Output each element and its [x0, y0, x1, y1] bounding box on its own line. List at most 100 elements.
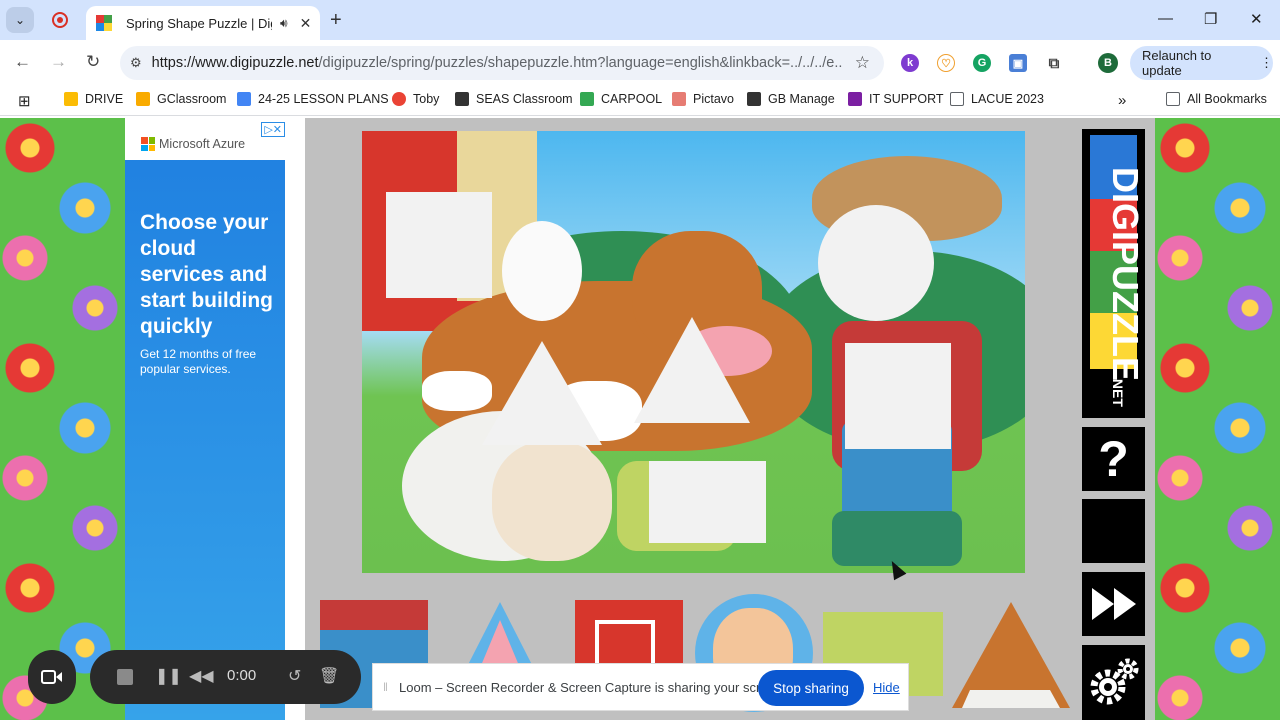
extension-heart-icon[interactable]: ♡ [937, 54, 955, 72]
active-tab[interactable]: Spring Shape Puzzle | Digip 🔊︎ ✕ [86, 6, 320, 40]
bookmark-it-support[interactable]: IT SUPPORT [848, 92, 944, 106]
bookmark-pictavo[interactable]: Pictavo [672, 92, 734, 106]
azure-ad[interactable]: Microsoft Azure ▷✕ Choose your cloud ser… [125, 118, 285, 720]
tab-search-button[interactable]: ⌄ [6, 7, 34, 33]
sheep-face [492, 441, 612, 561]
address-bar[interactable]: ⚙︎ https://www.digipuzzle.net/digipuzzle… [120, 46, 884, 80]
recording-controls: ❚❚ ◀◀ 0:00 ↺ 🗑︎ [90, 650, 361, 704]
site-info-icon[interactable]: ⚙︎ [130, 55, 142, 71]
restart-icon[interactable]: ↺ [288, 666, 301, 686]
blank-button[interactable] [1082, 499, 1145, 563]
bookmark-gclassroom[interactable]: GClassroom [136, 92, 226, 106]
digipuzzle-logo[interactable]: DIGIPUZZLE .NET [1082, 129, 1145, 418]
new-tab-button[interactable]: + [330, 9, 342, 32]
shape-slot-square-1[interactable] [386, 192, 492, 298]
bookmark-gb-manage[interactable]: GB Manage [747, 92, 835, 106]
menu-dots-icon[interactable]: ⋮ [1260, 55, 1273, 71]
flower-background-left [0, 118, 125, 720]
shape-slot-square-2[interactable] [845, 343, 951, 449]
screen-share-banner: ‖ Loom – Screen Recorder & Screen Captur… [372, 663, 909, 711]
pause-icon[interactable]: ❚❚ [155, 666, 182, 686]
ad-headline: Choose your cloud services and start bui… [140, 211, 273, 338]
logo-text: DIGIPUZZLE [1105, 167, 1145, 381]
bookmark-star-icon[interactable]: ☆ [855, 53, 870, 73]
puzzle-game: DIGIPUZZLE .NET ? [305, 118, 1155, 720]
restore-button[interactable]: ❐ [1204, 10, 1217, 28]
hide-link[interactable]: Hide [873, 680, 900, 695]
bookmark-lacue[interactable]: LACUE 2023 [950, 92, 1044, 106]
extension-screen-icon[interactable]: ▣ [1009, 54, 1027, 72]
settings-button[interactable] [1082, 645, 1145, 720]
close-tab-icon[interactable]: ✕ [300, 15, 312, 32]
page-content: Microsoft Azure ▷✕ Choose your cloud ser… [0, 118, 1280, 720]
forward-button[interactable]: → [50, 52, 67, 72]
extension-grammarly-icon[interactable]: G [973, 54, 991, 72]
more-bookmarks-icon[interactable]: » [1118, 92, 1126, 109]
minimize-button[interactable]: — [1158, 10, 1173, 27]
tab-title: Spring Shape Puzzle | Digip [126, 15, 272, 31]
drag-handle-icon[interactable]: ‖ [383, 680, 388, 694]
chicken [502, 221, 582, 321]
shape-slot-rectangle[interactable] [649, 461, 766, 543]
shape-slot-triangle-2[interactable] [632, 315, 752, 425]
ad-header: Microsoft Azure ▷✕ [125, 118, 285, 160]
relaunch-button[interactable]: Relaunch to update ⋮ [1130, 46, 1273, 80]
relaunch-label: Relaunch to update [1142, 48, 1212, 78]
drive-icon [64, 92, 78, 106]
toby-icon [392, 92, 406, 106]
bookmark-drive[interactable]: DRIVE [64, 92, 123, 106]
video-camera-icon [41, 670, 62, 684]
apps-grid-icon[interactable]: ⊞ [18, 92, 31, 110]
gear-icon [1090, 658, 1138, 704]
microsoft-logo-icon [141, 137, 155, 151]
piece-triangle-cow[interactable] [950, 600, 1072, 710]
back-button[interactable]: ← [14, 52, 31, 72]
tab-strip: ⌄ Spring Shape Puzzle | Digip 🔊︎ ✕ + — ❐… [0, 0, 1280, 40]
recording-timer: 0:00 [227, 667, 257, 684]
stop-recording-button[interactable] [117, 669, 133, 685]
reload-button[interactable]: ↻ [86, 52, 100, 72]
sheets-icon [580, 92, 594, 106]
stop-sharing-button[interactable]: Stop sharing [758, 670, 864, 706]
ad-brand: Microsoft Azure [159, 137, 246, 151]
close-window-button[interactable]: ✕ [1250, 10, 1263, 28]
site-favicon-icon [96, 15, 112, 31]
help-button[interactable]: ? [1082, 427, 1145, 491]
seas-icon [455, 92, 469, 106]
it-icon [848, 92, 862, 106]
profile-avatar[interactable]: B [1098, 53, 1118, 73]
shape-slot-triangle-1[interactable] [480, 339, 604, 447]
share-message: Loom – Screen Recorder & Screen Capture … [399, 680, 786, 695]
extensions-puzzle-icon[interactable]: ⧉ [1045, 54, 1063, 72]
folder-icon [950, 92, 964, 106]
folder-icon [1166, 92, 1180, 106]
all-bookmarks[interactable]: All Bookmarks [1166, 92, 1267, 106]
docs-icon [237, 92, 251, 106]
audio-icon[interactable]: 🔊︎ [280, 16, 288, 31]
pictavo-icon [672, 92, 686, 106]
skip-button[interactable] [1082, 572, 1145, 636]
recording-indicator-icon [52, 12, 68, 28]
flower-background-right [1155, 118, 1280, 720]
piece-detail [320, 600, 428, 630]
url-text[interactable]: https://www.digipuzzle.net/digipuzzle/sp… [152, 55, 842, 71]
ad-subtext: Get 12 months of free popular services. [140, 347, 257, 376]
logo-suffix: .NET [1110, 375, 1126, 407]
loom-controls: ❚❚ ◀◀ 0:00 ↺ 🗑︎ [28, 650, 361, 706]
classroom-icon [136, 92, 150, 106]
camera-button[interactable] [28, 650, 76, 704]
delete-icon[interactable]: 🗑︎ [319, 666, 339, 686]
adchoices-icon[interactable]: ▷✕ [261, 122, 285, 137]
fast-forward-icon [1091, 588, 1136, 620]
gb-icon [747, 92, 761, 106]
rewind-icon[interactable]: ◀◀ [189, 666, 214, 686]
bookmark-toby[interactable]: Toby [392, 92, 439, 106]
bookmark-seas-classroom[interactable]: SEAS Classroom [455, 92, 573, 106]
bookmark-lesson-plans[interactable]: 24-25 LESSON PLANS [237, 92, 389, 106]
bookmarks-bar: ⊞ DRIVE GClassroom 24-25 LESSON PLANS To… [0, 86, 1280, 116]
extension-k-icon[interactable]: k [901, 54, 919, 72]
browser-toolbar: ← → ↻ ⚙︎ https://www.digipuzzle.net/digi… [0, 40, 1280, 86]
bookmark-carpool[interactable]: CARPOOL [580, 92, 662, 106]
shape-slot-circle[interactable] [818, 205, 934, 321]
puzzle-board [362, 131, 1025, 573]
